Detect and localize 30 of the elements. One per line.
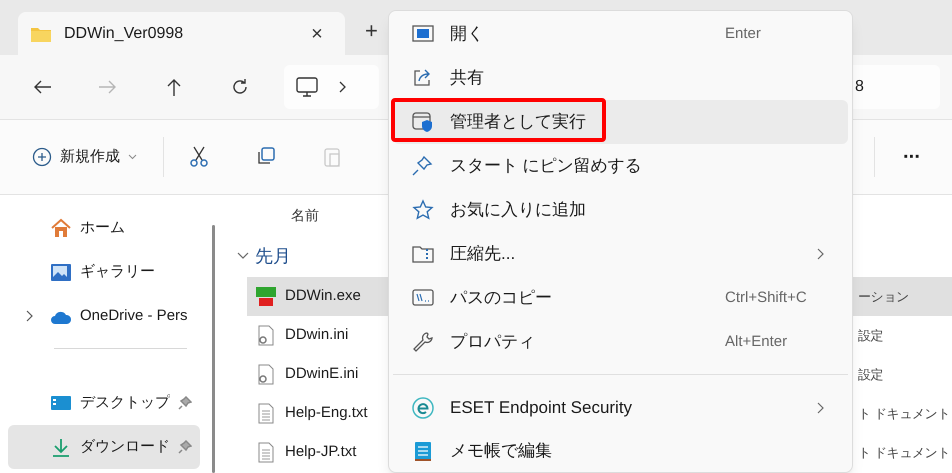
sidebar-label: ホーム	[80, 218, 125, 238]
menu-label: ESET Endpoint Security	[450, 396, 632, 419]
menu-label: メモ帳で編集	[450, 440, 552, 462]
menu-label: お気に入りに追加	[450, 199, 586, 222]
shortcut-text: Alt+Enter	[725, 332, 788, 352]
file-name: Help-Eng.txt	[285, 403, 368, 424]
address-text: 8	[855, 77, 864, 97]
sidebar-label: ギャラリー	[80, 262, 155, 282]
tab-title: DDWin_Ver0998	[64, 24, 184, 44]
file-name: DDWin.exe	[285, 286, 361, 306]
file-type: ト ドキュメント	[858, 444, 952, 462]
menu-label: 圧縮先...	[450, 243, 516, 266]
file-type: 設定	[858, 326, 884, 345]
menu-label: 開く	[450, 23, 484, 46]
file-name: Help-JP.txt	[285, 442, 356, 462]
file-type: ト ドキュメント	[858, 404, 952, 423]
menu-label: スタート にピン留めする	[450, 155, 642, 178]
shortcut-text: Enter	[725, 24, 762, 44]
sidebar-label: OneDrive - Pers	[80, 306, 188, 326]
file-name: DDwin.ini	[285, 325, 348, 346]
sidebar-label: デスクトップ	[80, 392, 170, 413]
menu-label: 管理者として実行	[450, 111, 586, 134]
menu-label: 共有	[450, 67, 484, 90]
file-type: 設定	[858, 366, 884, 384]
shortcut-text: Ctrl+Shift+C	[725, 288, 808, 308]
file-type: ーション	[858, 288, 910, 306]
sidebar-label: ダウンロード	[80, 436, 170, 457]
file-name: DDwinE.ini	[285, 364, 358, 384]
menu-label: パスのコピー	[450, 287, 552, 310]
menu-label: プロパティ	[450, 331, 535, 354]
